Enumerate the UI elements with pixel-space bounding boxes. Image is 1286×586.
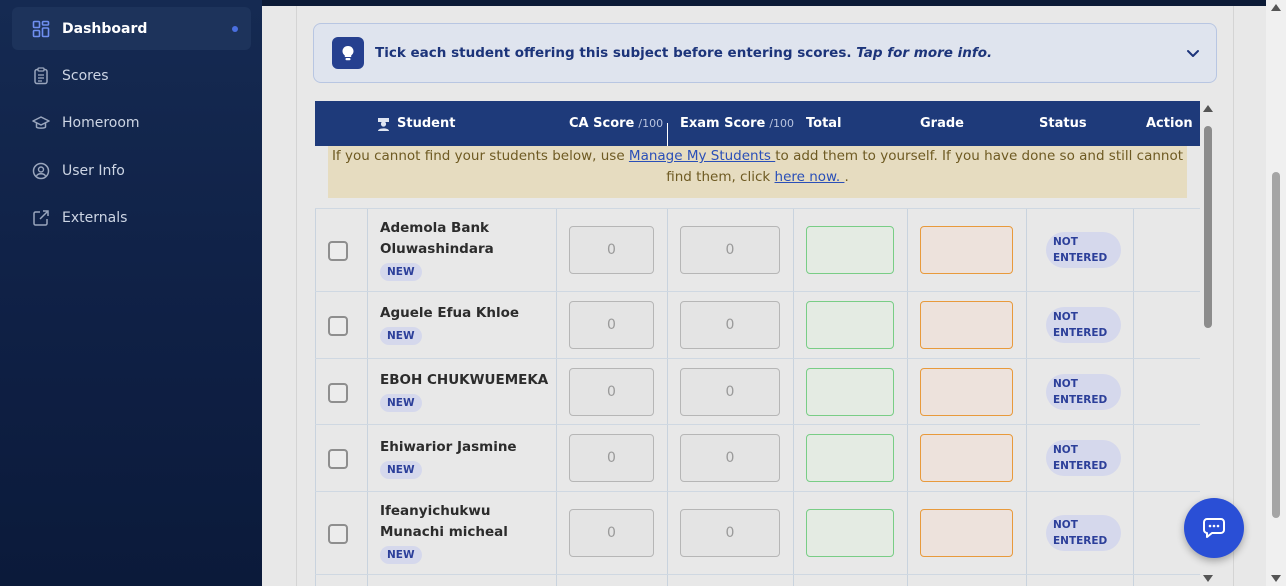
more-info-link[interactable]: Tap for more info. xyxy=(856,45,992,61)
student-name-cell: Ehiwarior Jasmine NEW xyxy=(380,437,550,480)
student-name: Ademola Bank Oluwashindara xyxy=(380,220,494,257)
active-dot xyxy=(232,25,238,32)
sidebar-item-dashboard[interactable]: Dashboard xyxy=(12,7,251,50)
exam-score-input[interactable]: 0 xyxy=(680,368,780,416)
ca-score-column-header: CA Score /100 xyxy=(569,116,664,131)
scroll-up-arrow[interactable] xyxy=(1203,105,1213,112)
new-badge: NEW xyxy=(380,327,422,345)
clipboard-icon xyxy=(32,66,50,85)
grade-field[interactable] xyxy=(920,226,1013,274)
table-row xyxy=(315,574,1200,586)
sidebar-item-homeroom[interactable]: Homeroom xyxy=(12,101,251,144)
grade-field[interactable] xyxy=(920,301,1013,349)
new-badge: NEW xyxy=(380,394,422,412)
grade-field[interactable] xyxy=(920,434,1013,482)
page-scrollbar[interactable] xyxy=(1266,0,1286,586)
total-field[interactable] xyxy=(806,434,894,482)
grade-column-header: Grade xyxy=(920,116,964,131)
info-banner[interactable]: Tick each student offering this subject … xyxy=(313,23,1217,83)
student-checkbox[interactable] xyxy=(328,524,348,544)
sidebar-item-externals[interactable]: Externals xyxy=(12,196,251,239)
student-name: Ehiwarior Jasmine xyxy=(380,439,517,455)
status-badge: NOT ENTERED xyxy=(1046,232,1121,268)
external-link-icon xyxy=(32,209,50,227)
dashboard-icon xyxy=(32,20,50,38)
chat-button[interactable] xyxy=(1184,498,1244,558)
status-badge: NOT ENTERED xyxy=(1046,307,1121,343)
new-badge: NEW xyxy=(380,461,422,479)
status-column-header: Status xyxy=(1039,116,1087,131)
column-divider xyxy=(667,123,668,146)
ca-score-input[interactable]: 0 xyxy=(569,434,654,482)
missing-students-notice: If you cannot find your students below, … xyxy=(328,146,1187,198)
total-field[interactable] xyxy=(806,368,894,416)
exam-score-column-header: Exam Score /100 xyxy=(680,116,795,131)
table-row: EBOH CHUKWUEMEKA NEW 0 0 NOT ENTERED xyxy=(315,358,1200,424)
scroll-thumb[interactable] xyxy=(1204,126,1212,328)
sidebar-item-label: Dashboard xyxy=(62,20,148,37)
ca-score-input[interactable]: 0 xyxy=(569,368,654,416)
new-badge: NEW xyxy=(380,546,422,564)
info-banner-message: Tick each student offering this subject … xyxy=(375,45,992,61)
student-checkbox[interactable] xyxy=(328,383,348,403)
status-badge: NOT ENTERED xyxy=(1046,374,1121,410)
student-checkbox[interactable] xyxy=(328,316,348,336)
sidebar-item-label: Homeroom xyxy=(62,114,140,131)
scroll-up-arrow[interactable] xyxy=(1271,4,1281,11)
table-row: Ehiwarior Jasmine NEW 0 0 NOT ENTERED xyxy=(315,424,1200,491)
exam-score-input[interactable]: 0 xyxy=(680,509,780,557)
total-field[interactable] xyxy=(806,509,894,557)
scroll-thumb[interactable] xyxy=(1272,172,1280,518)
chevron-down-icon[interactable] xyxy=(1184,44,1202,62)
student-column-header: Student xyxy=(377,101,455,146)
here-now-link[interactable]: here now. xyxy=(775,169,845,185)
total-field[interactable] xyxy=(806,226,894,274)
lightbulb-icon xyxy=(332,37,364,69)
exam-score-input[interactable]: 0 xyxy=(680,301,780,349)
student-name: Ifeanyichukwu Munachi micheal xyxy=(380,503,508,540)
scroll-down-arrow[interactable] xyxy=(1271,575,1281,582)
graduation-cap-icon xyxy=(32,114,50,132)
grade-field[interactable] xyxy=(920,368,1013,416)
status-badge: NOT ENTERED xyxy=(1046,440,1121,476)
grade-field[interactable] xyxy=(920,509,1013,557)
exam-score-input[interactable]: 0 xyxy=(680,434,780,482)
ca-score-input[interactable]: 0 xyxy=(569,301,654,349)
scroll-down-arrow[interactable] xyxy=(1203,575,1213,582)
main-content: Tick each student offering this subject … xyxy=(262,0,1286,586)
table-row: Aguele Efua Khloe NEW 0 0 NOT ENTERED xyxy=(315,291,1200,358)
exam-score-input[interactable]: 0 xyxy=(680,226,780,274)
chat-icon xyxy=(1203,518,1225,538)
student-name: EBOH CHUKWUEMEKA xyxy=(380,372,549,388)
student-name-cell: EBOH CHUKWUEMEKA NEW xyxy=(380,370,550,413)
total-field[interactable] xyxy=(806,301,894,349)
sidebar-item-scores[interactable]: Scores xyxy=(12,54,251,97)
table-row: Ifeanyichukwu Munachi micheal NEW 0 0 NO… xyxy=(315,491,1200,574)
sidebar: Dashboard Scores Homeroom User Info Exte… xyxy=(0,0,262,586)
total-column-header: Total xyxy=(806,116,842,131)
ca-score-input[interactable]: 0 xyxy=(569,226,654,274)
sidebar-item-user-info[interactable]: User Info xyxy=(12,149,251,192)
student-name: Aguele Efua Khloe xyxy=(380,305,520,321)
ca-score-input[interactable]: 0 xyxy=(569,509,654,557)
sidebar-item-label: Scores xyxy=(62,67,109,84)
new-badge: NEW xyxy=(380,263,422,281)
scores-table: Student CA Score /100 Exam Score /100 To… xyxy=(315,101,1200,586)
student-name-cell: Ifeanyichukwu Munachi micheal NEW xyxy=(380,501,550,565)
manage-my-students-link[interactable]: Manage My Students xyxy=(629,148,775,164)
sidebar-item-label: User Info xyxy=(62,162,125,179)
info-banner-text: Tick each student offering this subject … xyxy=(375,45,852,61)
student-name-cell: Aguele Efua Khloe NEW xyxy=(380,303,550,346)
sidebar-item-label: Externals xyxy=(62,209,128,226)
user-circle-icon xyxy=(32,162,50,180)
table-row: Ademola Bank Oluwashindara NEW 0 0 NOT E… xyxy=(315,208,1200,291)
student-checkbox[interactable] xyxy=(328,241,348,261)
student-name-cell: Ademola Bank Oluwashindara NEW xyxy=(380,218,550,282)
status-badge: NOT ENTERED xyxy=(1046,515,1121,551)
student-checkbox[interactable] xyxy=(328,449,348,469)
student-icon xyxy=(377,117,390,131)
table-header: Student CA Score /100 Exam Score /100 To… xyxy=(315,101,1200,146)
action-column-header: Action xyxy=(1146,116,1193,131)
